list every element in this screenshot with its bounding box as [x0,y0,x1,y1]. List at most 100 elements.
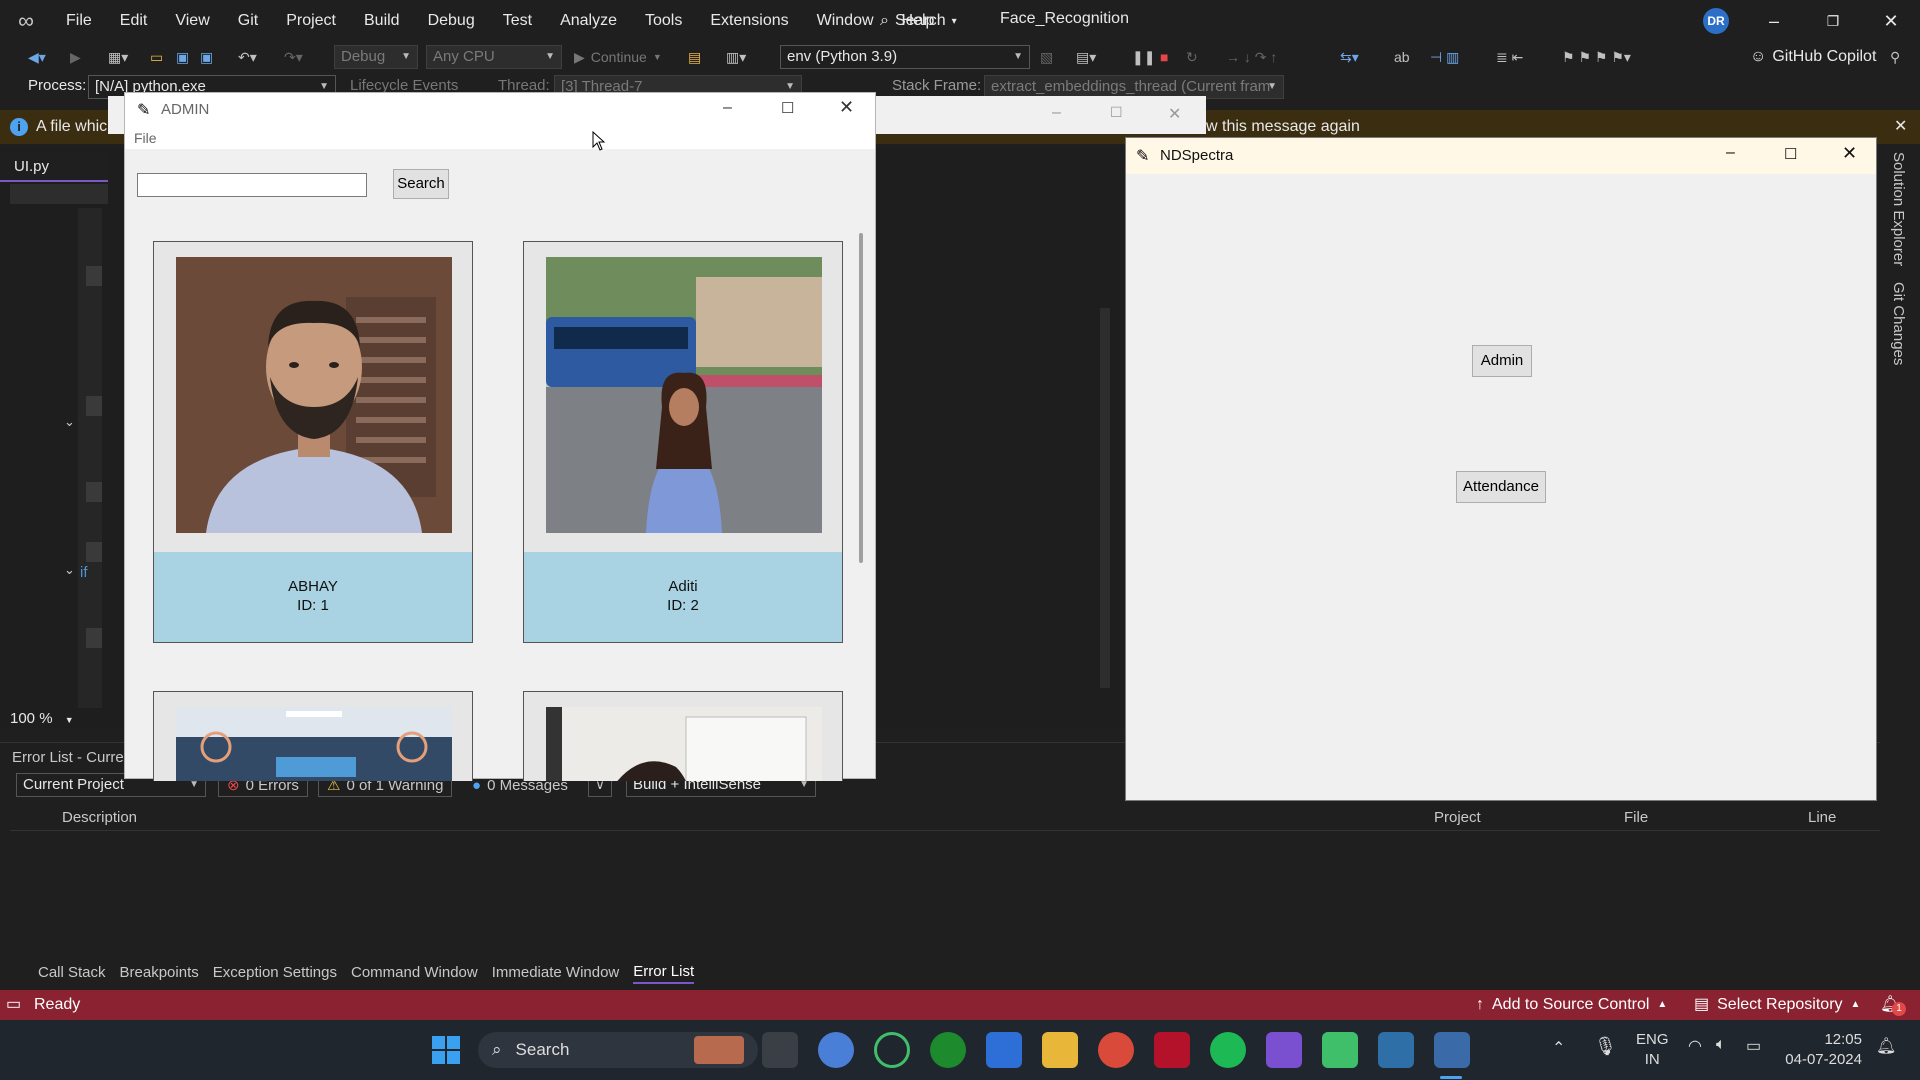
column-description[interactable]: Description [62,809,137,826]
folder-icon[interactable]: ▤ [688,46,701,68]
menu-debug[interactable]: Debug [414,0,489,42]
close-button[interactable]: ✕ [1842,143,1857,164]
xbox-icon[interactable] [930,1032,966,1068]
environment-dropdown[interactable]: env (Python 3.9) ▼ [780,45,1030,69]
people-gallery[interactable]: ABHAY ID: 1 Aditi ID: 2 [125,215,875,781]
column-file[interactable]: File [1624,809,1648,826]
spell-icon[interactable]: ab [1394,46,1410,68]
start-button[interactable] [430,1034,462,1066]
restart-icon[interactable]: ↻ [1186,46,1198,68]
menu-analyze[interactable]: Analyze [546,0,631,42]
minimize-button[interactable]: – [1052,104,1061,122]
copilot-app-icon[interactable] [818,1032,854,1068]
hot-reload-icon[interactable]: ⇆▾ [1340,46,1359,68]
solution-explorer-tab[interactable]: Solution Explorer [1890,152,1907,266]
select-repository-button[interactable]: ▤ Select Repository ▲ [1694,990,1860,1020]
person-card[interactable] [153,691,473,781]
maximize-button[interactable]: ☐ [1110,104,1123,121]
menu-file[interactable]: File [134,130,157,146]
notifications-button[interactable]: 🔔︎ 1 [1880,990,1906,1020]
package-icon[interactable]: ▧ [1040,46,1053,68]
notification-center-icon[interactable]: 🔔︎ [1876,1036,1896,1056]
tab-immediate-window[interactable]: Immediate Window [492,964,620,983]
comment-icon[interactable]: ≣ ⇤ [1496,46,1523,68]
language-indicator[interactable]: ENG IN [1636,1030,1669,1070]
output-icon[interactable]: ▭ [6,990,21,1020]
visual-studio-icon[interactable] [1266,1032,1302,1068]
minimize-button[interactable]: – [1745,0,1803,42]
admin-window-titlebar[interactable]: ✎ ADMIN – ☐ ✕ [125,93,875,127]
menu-tools[interactable]: Tools [631,0,696,42]
search-button[interactable]: Search [393,169,449,199]
python-tk-icon[interactable] [1434,1032,1470,1068]
column-line[interactable]: Line [1808,809,1836,826]
forward-icon[interactable]: ▶ [70,46,81,68]
search-box[interactable]: ⌕ Search ▾ [880,8,957,34]
restore-button[interactable]: ❐ [1804,0,1862,42]
file-explorer-icon[interactable] [1042,1032,1078,1068]
menu-edit[interactable]: Edit [106,0,162,42]
close-button[interactable]: ✕ [1862,0,1920,42]
close-icon[interactable]: ✕ [1894,110,1907,144]
avatar[interactable]: DR [1703,8,1729,34]
clock[interactable]: 12:05 04-07-2024 [1784,1030,1862,1070]
tab-error-list[interactable]: Error List [633,963,695,984]
save-icon[interactable]: ▣ [176,46,189,68]
gallery-scrollbar[interactable] [859,233,863,563]
person-card[interactable]: Aditi ID: 2 [523,241,843,643]
menu-window[interactable]: Window [803,0,888,42]
tab-ui-py[interactable]: UI.py [0,152,108,182]
task-view-icon[interactable] [762,1032,798,1068]
person-card[interactable] [523,691,843,781]
indent-icon[interactable]: ⊣ ▥ [1430,46,1459,68]
search-input[interactable] [137,173,367,197]
continue-button[interactable]: ▶ Continue ▼ [574,46,662,68]
menu-view[interactable]: View [161,0,223,42]
back-icon[interactable]: ◀▾ [28,46,46,68]
tab-call-stack[interactable]: Call Stack [38,964,106,983]
collapse-chevron-icon[interactable]: ⌄ [64,562,75,578]
ndspectra-window-titlebar[interactable]: ✎ NDSpectra – ☐ ✕ [1126,138,1876,174]
layout-icon[interactable]: ▥▾ [726,46,746,68]
new-item-icon[interactable]: ▦▾ [108,46,128,68]
red-app-icon[interactable] [1154,1032,1190,1068]
github-copilot-button[interactable]: ☺ GitHub Copilot [1750,46,1876,68]
minimize-button[interactable]: – [723,99,732,117]
store-icon[interactable] [986,1032,1022,1068]
collapse-chevron-icon[interactable]: ⌄ [64,414,75,430]
attendance-button[interactable]: Attendance [1456,471,1546,503]
zoom-dropdown[interactable]: 100 % ▼ [10,710,86,730]
tab-command-window[interactable]: Command Window [351,964,478,983]
add-to-source-control-button[interactable]: ↑ Add to Source Control ▲ [1476,990,1667,1020]
window-layout-icon[interactable]: ▤▾ [1076,46,1096,68]
column-project[interactable]: Project [1434,809,1481,826]
python-icon[interactable] [1378,1032,1414,1068]
minimize-button[interactable]: – [1726,144,1735,162]
bookmark-icon[interactable]: ⚑ ⚑ ⚑ ⚑▾ [1562,46,1631,68]
maximize-button[interactable]: ☐ [1784,145,1797,163]
open-folder-icon[interactable]: ▭ [150,46,163,68]
pause-icon[interactable]: ❚❚ [1132,46,1155,68]
git-changes-tab[interactable]: Git Changes [1890,282,1907,365]
refresh-app-icon[interactable] [874,1032,910,1068]
maximize-button[interactable]: ☐ [781,99,794,117]
green-app-icon[interactable] [1322,1032,1358,1068]
configuration-dropdown[interactable]: Debug ▼ [334,45,418,69]
save-all-icon[interactable]: ▣ [200,46,213,68]
stop-icon[interactable]: ■ [1160,46,1168,68]
admin-button[interactable]: Admin [1472,345,1532,377]
redo-icon[interactable]: ↷▾ [284,46,303,68]
platform-dropdown[interactable]: Any CPU ▼ [426,45,562,69]
wifi-icon[interactable]: ◠ [1688,1036,1702,1056]
microphone-icon[interactable]: 🎙︎ [1594,1036,1617,1057]
taskbar-search[interactable]: ⌕ Search [478,1032,758,1068]
person-card[interactable]: ABHAY ID: 1 [153,241,473,643]
editor-scrollbar[interactable] [1100,308,1110,688]
tab-exception-settings[interactable]: Exception Settings [213,964,337,983]
visual-studio-logo-icon[interactable]: ∞ [12,9,40,33]
tab-breakpoints[interactable]: Breakpoints [120,964,199,983]
volume-icon[interactable]: 🔈︎ [1716,1036,1726,1054]
navigation-bar[interactable] [10,184,108,204]
menu-project[interactable]: Project [272,0,350,42]
close-button[interactable]: ✕ [839,97,854,118]
